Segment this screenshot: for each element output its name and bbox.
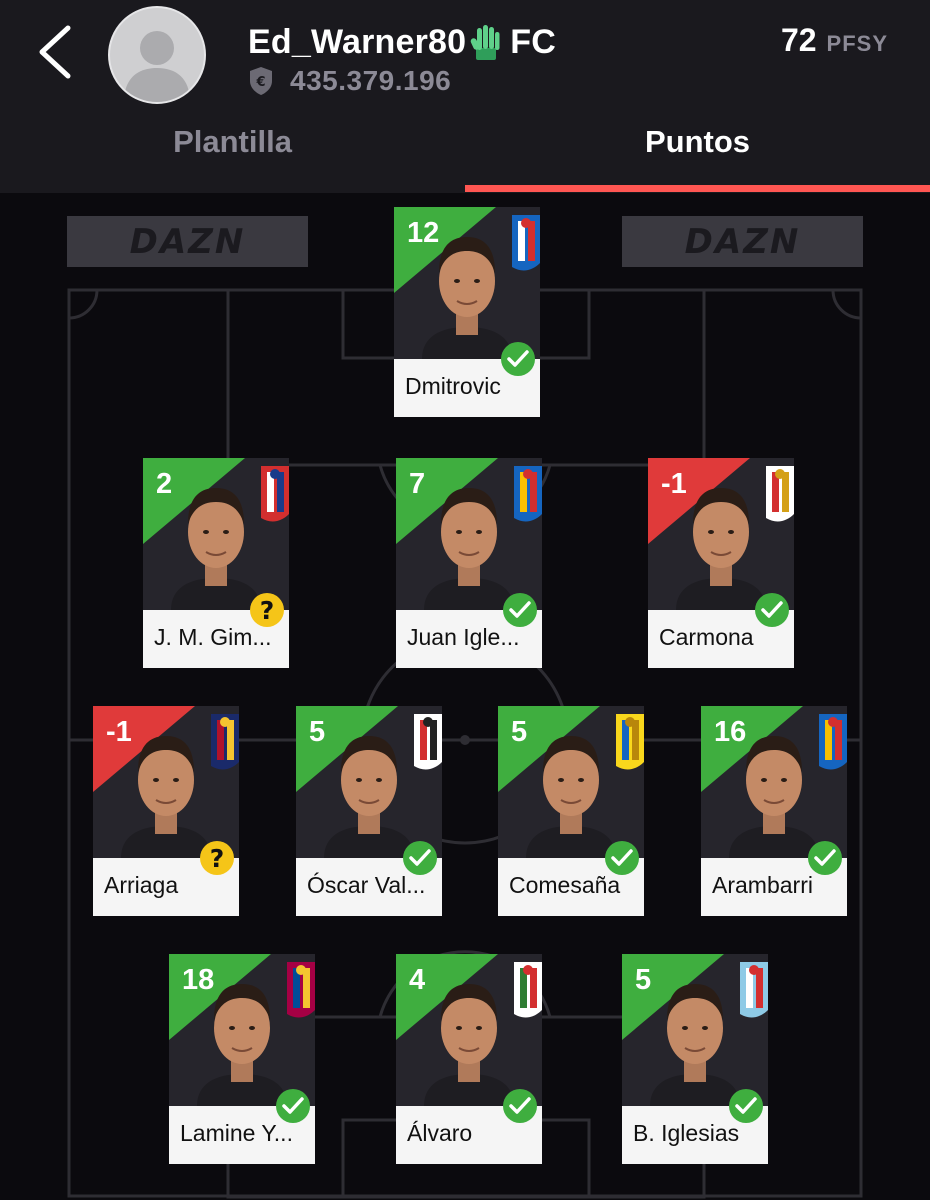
doubtful-question-icon: ?	[250, 593, 284, 627]
player-photo: 16	[701, 706, 847, 858]
player-face-icon	[424, 488, 514, 610]
tab-plantilla[interactable]: Plantilla	[0, 116, 465, 168]
player-photo: -1	[93, 706, 239, 858]
player-photo: 4	[396, 954, 542, 1106]
confirmed-check-icon	[755, 593, 789, 627]
confirmed-check-icon	[501, 342, 535, 376]
club-crest-icon	[287, 962, 315, 1018]
player-photo: 12	[394, 207, 540, 359]
player-face-icon	[729, 736, 819, 858]
club-crest-icon	[414, 714, 442, 770]
player-face-icon	[424, 984, 514, 1106]
player-face-icon	[197, 984, 287, 1106]
sponsor-banner-left: DAZN	[67, 216, 308, 267]
player-card[interactable]: 5 Comesaña	[498, 706, 644, 916]
team-value-row: € 435.379.196	[248, 62, 451, 100]
club-crest-icon	[261, 466, 289, 522]
player-photo: -1	[648, 458, 794, 610]
team-name: Ed_Warner80 FC	[248, 20, 556, 64]
player-card[interactable]: 7 Juan Igle...	[396, 458, 542, 668]
confirmed-check-icon	[605, 841, 639, 875]
back-arrow-icon[interactable]	[30, 22, 80, 82]
player-card[interactable]: 16 Arambarri	[701, 706, 847, 916]
club-crest-icon	[819, 714, 847, 770]
player-card[interactable]: 5 Óscar Val...	[296, 706, 442, 916]
team-name-text: Ed_Warner80	[248, 22, 467, 61]
player-points: 5	[309, 716, 326, 748]
svg-text:?: ?	[210, 844, 225, 873]
player-points: 7	[409, 468, 426, 500]
player-photo: 5	[622, 954, 768, 1106]
profile-header: Ed_Warner80 FC € 435.379.196 72 PFSY Pla…	[0, 0, 930, 193]
club-crest-icon	[740, 962, 768, 1018]
player-card[interactable]: 4 Álvaro	[396, 954, 542, 1164]
team-value: 435.379.196	[290, 65, 452, 96]
doubtful-question-icon: ?	[200, 841, 234, 875]
tab-puntos[interactable]: Puntos	[465, 116, 930, 168]
player-face-icon	[526, 736, 616, 858]
svg-text:?: ?	[260, 596, 275, 625]
svg-text:€: €	[255, 75, 265, 90]
player-card[interactable]: -1 Arriaga ?	[93, 706, 239, 916]
player-face-icon	[171, 488, 261, 610]
confirmed-check-icon	[276, 1089, 310, 1123]
club-crest-icon	[514, 962, 542, 1018]
player-card[interactable]: 5 B. Iglesias	[622, 954, 768, 1164]
club-crest-icon	[616, 714, 644, 770]
confirmed-check-icon	[808, 841, 842, 875]
active-tab-indicator	[465, 185, 930, 192]
player-photo: 2	[143, 458, 289, 610]
player-photo: 18	[169, 954, 315, 1106]
points-value: 72	[780, 22, 817, 58]
club-crest-icon	[512, 215, 540, 271]
club-crest-icon	[514, 466, 542, 522]
total-points: 72 PFSY	[781, 22, 888, 59]
player-points: 5	[511, 716, 528, 748]
player-photo: 5	[296, 706, 442, 858]
player-photo: 7	[396, 458, 542, 610]
goalkeeper-glove-icon	[470, 25, 500, 60]
player-card[interactable]: -1 Carmona	[648, 458, 794, 668]
team-suffix: FC	[510, 22, 556, 61]
player-points: 5	[635, 964, 652, 996]
player-face-icon	[324, 736, 414, 858]
confirmed-check-icon	[403, 841, 437, 875]
player-face-icon	[121, 736, 211, 858]
player-card[interactable]: 2 J. M. Gim... ?	[143, 458, 289, 668]
player-points: 2	[156, 468, 173, 500]
player-face-icon	[650, 984, 740, 1106]
confirmed-check-icon	[503, 1089, 537, 1123]
avatar[interactable]	[108, 6, 206, 104]
player-points: 4	[409, 964, 426, 996]
player-face-icon	[422, 237, 512, 359]
sponsor-banner-right: DAZN	[622, 216, 863, 267]
player-face-icon	[676, 488, 766, 610]
club-crest-icon	[766, 466, 794, 522]
confirmed-check-icon	[729, 1089, 763, 1123]
player-card[interactable]: 12 Dmitrovic	[394, 207, 540, 417]
club-crest-icon	[211, 714, 239, 770]
player-card[interactable]: 18 Lamine Y...	[169, 954, 315, 1164]
confirmed-check-icon	[503, 593, 537, 627]
player-photo: 5	[498, 706, 644, 858]
money-shield-icon: €	[250, 67, 272, 95]
points-unit: PFSY	[826, 31, 888, 56]
